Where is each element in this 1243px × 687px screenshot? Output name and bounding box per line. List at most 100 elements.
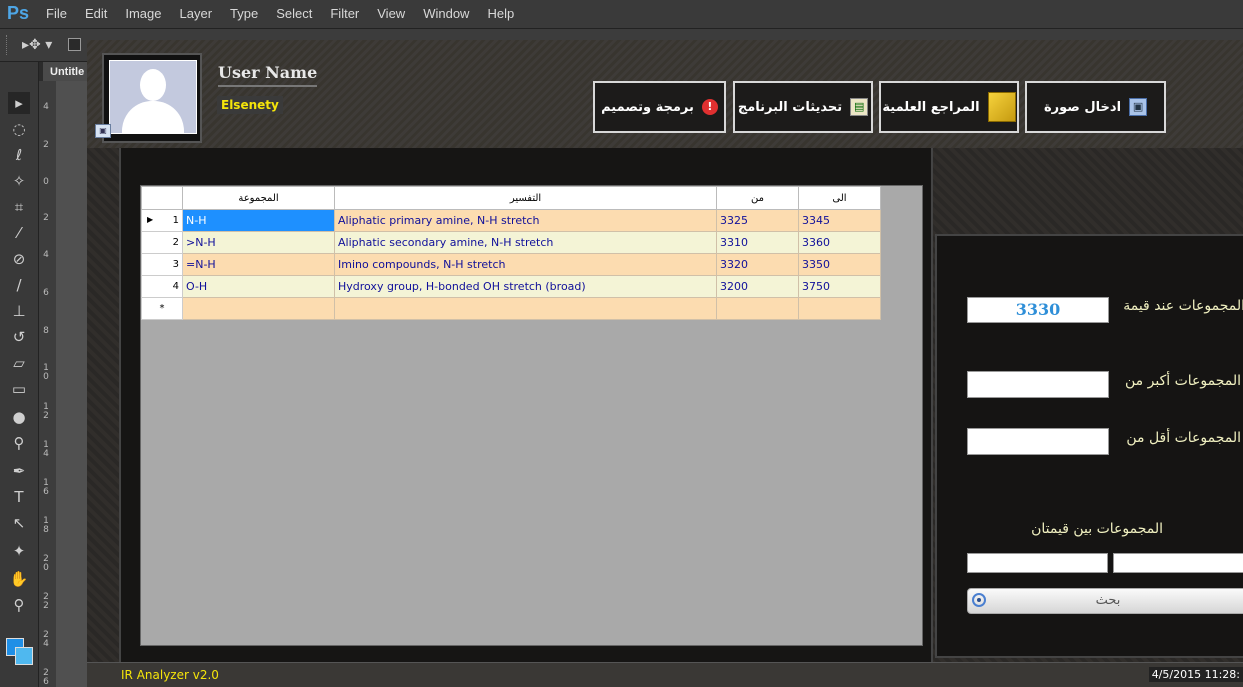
table-row[interactable]: 2 >N-H Aliphatic secondary amine, N-H st… [141, 231, 881, 254]
magic-wand-tool-icon[interactable]: ✧ [8, 170, 30, 192]
cell-from[interactable] [716, 297, 799, 320]
search-button-label: بحث [1095, 593, 1121, 608]
cell-interpretation[interactable]: Hydroxy group, H-bonded OH stretch (broa… [334, 275, 717, 298]
cell-from[interactable]: 3320 [716, 253, 799, 276]
row-header[interactable]: ▶ 1 [141, 209, 183, 232]
gradient-tool-icon[interactable]: ▭ [8, 378, 30, 400]
cell-to[interactable]: 3750 [798, 275, 881, 298]
ruler-tick: 4 [43, 250, 49, 260]
marquee-tool-icon[interactable]: ◌ [8, 118, 30, 140]
column-header-interpretation[interactable]: التفسير [334, 186, 717, 210]
menu-select[interactable]: Select [276, 6, 312, 21]
menu-edit[interactable]: Edit [85, 6, 107, 21]
photoshop-logo: Ps [7, 3, 30, 23]
eyedropper-tool-icon[interactable]: ⁄ [8, 222, 30, 244]
zoom-tool-icon[interactable]: ⚲ [8, 594, 30, 616]
row-header[interactable]: 2 [141, 231, 183, 254]
program-updates-button[interactable]: ▤ تحديثات البرنامج [733, 81, 873, 133]
row-header[interactable]: 3 [141, 253, 183, 276]
status-bar: IR Analyzer v2.0 4/5/2015 11:28: [87, 662, 1243, 687]
programming-design-button[interactable]: ! برمجة وتصميم [593, 81, 726, 133]
history-brush-tool-icon[interactable]: ↺ [8, 326, 30, 348]
at-value-input[interactable]: 3330 [967, 297, 1109, 323]
cell-to[interactable]: 3345 [798, 209, 881, 232]
menu-window[interactable]: Window [423, 6, 469, 21]
new-row-marker[interactable]: * [141, 297, 183, 320]
search-panel: المجموعات عند قيمة 3330 المجموعات أكبر م… [935, 234, 1243, 658]
cell-from[interactable]: 3325 [716, 209, 799, 232]
move-tool-preset-icon[interactable]: ▸✥ ▾ [22, 37, 52, 53]
cell-interpretation[interactable]: Aliphatic secondary amine, N-H stretch [334, 231, 717, 254]
table-row[interactable]: 3 =N-H Imino compounds, N-H stretch 3320… [141, 253, 881, 276]
cell-from[interactable]: 3200 [716, 275, 799, 298]
scientific-references-button[interactable]: المراجع العلمية [879, 81, 1019, 133]
column-header-to[interactable]: الى [798, 186, 881, 210]
ruler-tick: 2 4 [43, 630, 49, 649]
move-tool-icon[interactable]: ▸ [8, 92, 30, 114]
change-photo-icon[interactable]: ▣ [95, 124, 111, 138]
document-tab[interactable]: Untitle [43, 62, 89, 81]
type-tool-icon[interactable]: T [8, 486, 30, 508]
scientific-references-label: المراجع العلمية [882, 99, 980, 115]
menu-layer[interactable]: Layer [180, 6, 213, 21]
current-row-marker: ▶ [147, 215, 154, 224]
between-to-input[interactable] [1113, 553, 1243, 573]
ruler-tick: 2 6 [43, 668, 49, 687]
cell-group[interactable] [182, 297, 335, 320]
photoshop-menubar: Ps File Edit Image Layer Type Select Fil… [0, 0, 1243, 29]
user-title: User Name [218, 63, 318, 87]
pen-tool-icon[interactable]: ✒ [8, 460, 30, 482]
shape-tool-icon[interactable]: ✦ [8, 540, 30, 562]
cell-interpretation[interactable] [334, 297, 717, 320]
table-row[interactable]: ▶ 1 N-H Aliphatic primary amine, N-H stre… [141, 209, 881, 232]
eraser-tool-icon[interactable]: ▱ [8, 352, 30, 374]
greater-than-input[interactable] [967, 371, 1109, 398]
blur-tool-icon[interactable]: ● [8, 406, 30, 428]
menu-file[interactable]: File [46, 6, 67, 21]
menu-help[interactable]: Help [487, 6, 514, 21]
auto-select-checkbox[interactable] [68, 38, 81, 51]
between-from-input[interactable] [967, 553, 1108, 573]
menu-bar: File Edit Image Layer Type Select Filter… [46, 6, 532, 21]
hand-tool-icon[interactable]: ✋ [8, 568, 30, 590]
options-grip[interactable] [6, 35, 10, 55]
info-icon: ! [701, 99, 718, 115]
cell-interpretation[interactable]: Imino compounds, N-H stretch [334, 253, 717, 276]
results-grid[interactable]: المجموعة التفسير من الى ▶ 1 N-H Aliphatic… [140, 185, 923, 646]
cell-from[interactable]: 3310 [716, 231, 799, 254]
menu-view[interactable]: View [377, 6, 405, 21]
menu-filter[interactable]: Filter [330, 6, 359, 21]
cell-group[interactable]: >N-H [182, 231, 335, 254]
lasso-tool-icon[interactable]: ℓ [8, 144, 30, 166]
row-header[interactable]: 4 [141, 275, 183, 298]
row-number: 1 [172, 215, 179, 226]
menu-image[interactable]: Image [125, 6, 161, 21]
cell-group[interactable]: N-H [182, 209, 335, 232]
cell-to[interactable] [798, 297, 881, 320]
column-header-group[interactable]: المجموعة [182, 186, 335, 210]
cell-group[interactable]: =N-H [182, 253, 335, 276]
cell-interpretation[interactable]: Aliphatic primary amine, N-H stretch [334, 209, 717, 232]
dodge-tool-icon[interactable]: ⚲ [8, 432, 30, 454]
cell-group[interactable]: O-H [182, 275, 335, 298]
path-selection-tool-icon[interactable]: ↖ [8, 512, 30, 534]
less-than-input[interactable] [967, 428, 1109, 455]
brush-tool-icon[interactable]: / [8, 274, 30, 296]
table-row[interactable]: 4 O-H Hydroxy group, H-bonded OH stretch… [141, 275, 881, 298]
search-button[interactable]: بحث [967, 588, 1243, 614]
less-than-label: المجموعات أقل من [1126, 430, 1241, 446]
background-color-swatch[interactable] [15, 647, 33, 665]
healing-brush-tool-icon[interactable]: ⊘ [8, 248, 30, 270]
insert-image-button[interactable]: ▣ ادخال صورة [1025, 81, 1166, 133]
cell-to[interactable]: 3350 [798, 253, 881, 276]
ruler-tick: 2 0 [43, 554, 49, 573]
app-body: المجموعة التفسير من الى ▶ 1 N-H Aliphatic… [87, 148, 1243, 662]
cell-to[interactable]: 3360 [798, 231, 881, 254]
stamp-tool-icon[interactable]: ⊥ [8, 300, 30, 322]
new-row[interactable]: * [141, 297, 881, 320]
column-header-from[interactable]: من [716, 186, 799, 210]
app-version-label: IR Analyzer v2.0 [121, 668, 219, 682]
avatar[interactable] [102, 53, 202, 143]
menu-type[interactable]: Type [230, 6, 258, 21]
crop-tool-icon[interactable]: ⌗ [8, 196, 30, 218]
